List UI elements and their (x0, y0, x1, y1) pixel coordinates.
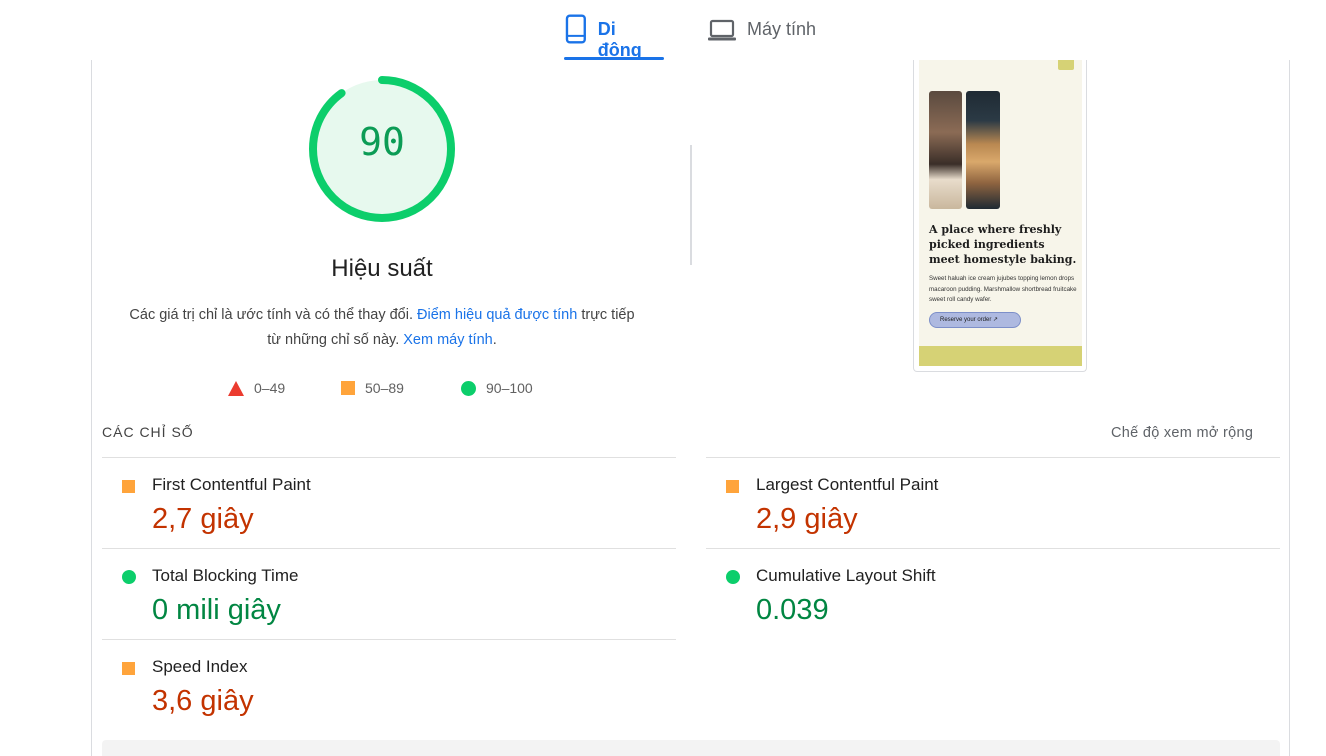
pass-circle-icon (726, 570, 740, 584)
next-section-box (102, 740, 1280, 756)
tab-mobile-label: Di động (597, 19, 642, 60)
metric-name: Cumulative Layout Shift (756, 566, 936, 585)
description-period: . (492, 332, 497, 348)
tab-mobile[interactable]: Di động (564, 14, 664, 60)
metric-speed-index: Speed Index 3,6 giây (102, 640, 662, 730)
metrics-header: CÁC CHỈ SỐ (102, 424, 194, 440)
bread-photo-left (929, 91, 962, 209)
card-border-right (1289, 60, 1290, 756)
gauge-title: Hiệu suất (331, 255, 433, 282)
metric-name: First Contentful Paint (152, 475, 311, 494)
legend-average: 50–89 (341, 377, 404, 399)
legend-fail: 0–49 (228, 377, 285, 399)
expanded-view-toggle[interactable]: Chế độ xem mở rộng (1111, 425, 1253, 441)
preview-footer (919, 346, 1082, 366)
laptop-icon (708, 19, 736, 41)
legend-fail-label: 0–49 (254, 380, 286, 396)
metric-value: 0.039 (756, 594, 829, 626)
circle-icon (461, 380, 476, 396)
metric-name: Largest Contentful Paint (756, 475, 939, 494)
pass-circle-icon (122, 570, 136, 584)
metric-value: 3,6 giây (152, 685, 254, 717)
performance-score: 90 (359, 120, 405, 164)
metric-first-contentful-paint: First Contentful Paint 2,7 giây (102, 458, 662, 548)
metric-largest-contentful-paint: Largest Contentful Paint 2,9 giây (706, 458, 1266, 548)
score-calc-link[interactable]: Điểm hiệu quả được tính (417, 307, 577, 323)
vertical-divider (690, 145, 692, 265)
square-icon (341, 381, 355, 395)
preview-page: A place where freshly picked ingredients… (919, 60, 1082, 366)
metric-name: Speed Index (152, 657, 248, 676)
card-border-left (91, 60, 92, 756)
bread-photo-right (966, 91, 1000, 209)
legend-pass: 90–100 (461, 377, 533, 399)
device-tabs: Di động Máy tính (0, 0, 1326, 62)
preview-heading: A place where freshly picked ingredients… (929, 223, 1077, 266)
metric-value: 2,9 giây (756, 503, 858, 535)
metric-cumulative-layout-shift: Cumulative Layout Shift 0.039 (706, 549, 1266, 639)
score-description: Các giá trị chỉ là ước tính và có thể th… (122, 303, 642, 353)
tab-desktop-label: Máy tính (747, 19, 817, 39)
page-screenshot-preview: A place where freshly picked ingredients… (913, 60, 1087, 372)
legend-pass-label: 90–100 (486, 380, 533, 396)
triangle-icon (228, 380, 244, 396)
active-tab-indicator (564, 57, 664, 60)
metric-name: Total Blocking Time (152, 566, 299, 585)
view-calculator-link[interactable]: Xem máy tính (403, 332, 492, 348)
phone-icon (565, 14, 586, 44)
average-square-icon (122, 480, 135, 493)
legend-average-label: 50–89 (365, 380, 404, 396)
preview-reserve-button: Reserve your order ↗ (929, 312, 1021, 328)
average-square-icon (726, 480, 739, 493)
metric-value: 2,7 giây (152, 503, 254, 535)
hamburger-menu-icon (1058, 60, 1074, 70)
average-square-icon (122, 662, 135, 675)
tab-desktop[interactable]: Máy tính (707, 14, 827, 60)
metric-value: 0 mili giây (152, 594, 281, 626)
description-text: Các giá trị chỉ là ước tính và có thể th… (129, 307, 413, 323)
metric-total-blocking-time: Total Blocking Time 0 mili giây (102, 549, 662, 639)
preview-body: Sweet haluah ice cream jujubes topping l… (929, 275, 1077, 303)
